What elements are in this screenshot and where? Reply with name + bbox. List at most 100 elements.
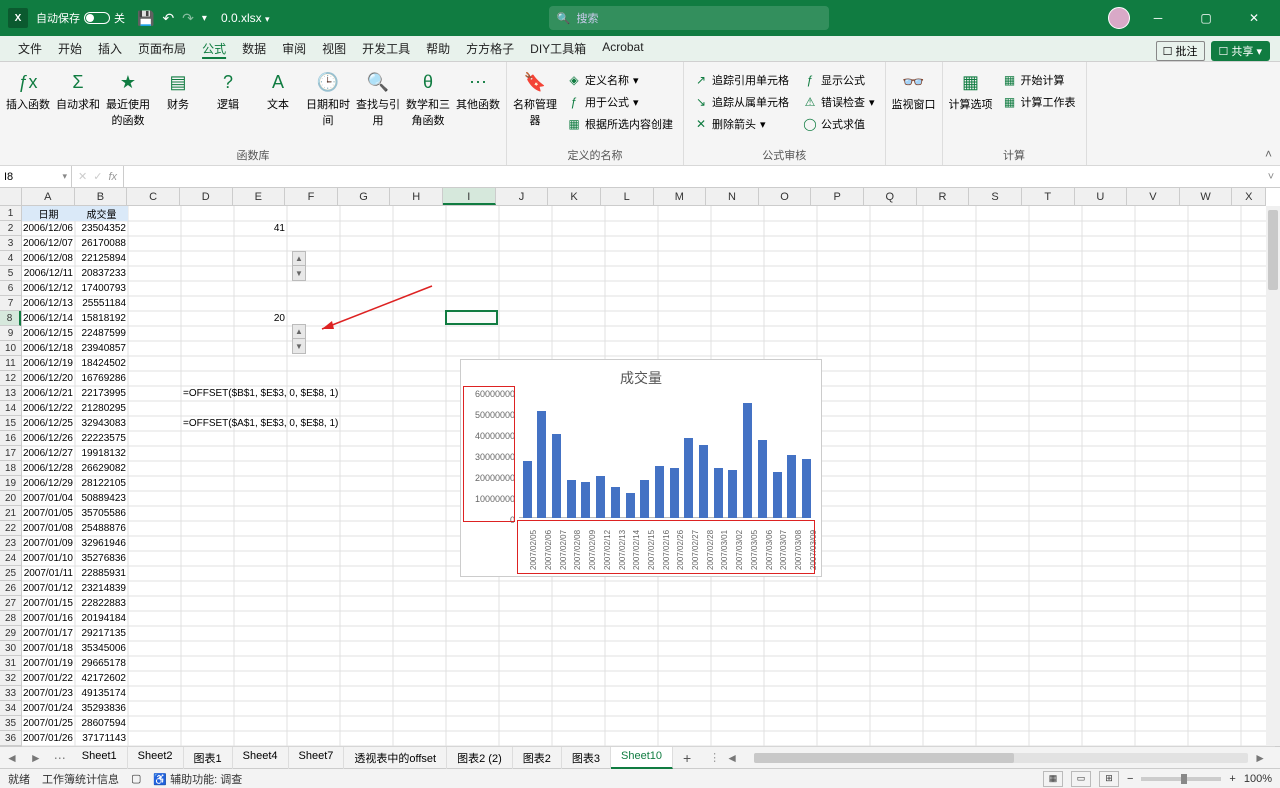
row-header[interactable]: 4	[0, 251, 21, 266]
row-header[interactable]: 12	[0, 371, 21, 386]
column-header[interactable]: L	[601, 188, 654, 205]
cell[interactable]: =OFFSET($A$1, $E$3, 0, $E$8, 1)	[181, 416, 401, 431]
trace-dependents-button[interactable]: ↘追踪从属单元格	[690, 92, 793, 112]
zoom-out-button[interactable]: −	[1127, 773, 1133, 785]
row-header[interactable]: 25	[0, 566, 21, 581]
cell[interactable]: 2006/12/13	[22, 296, 75, 311]
sheet-tab[interactable]: 图表2	[513, 747, 562, 769]
cell[interactable]: 2006/12/28	[22, 461, 75, 476]
cell[interactable]: 35293836	[75, 701, 128, 716]
cell[interactable]: 2006/12/26	[22, 431, 75, 446]
cell[interactable]: 成交量	[75, 206, 128, 221]
row-header[interactable]: 26	[0, 581, 21, 596]
cell[interactable]: 2006/12/21	[22, 386, 75, 401]
ribbon-tab[interactable]: 方方格子	[458, 36, 522, 61]
row-header[interactable]: 34	[0, 701, 21, 716]
cell[interactable]: 2007/01/25	[22, 716, 75, 731]
column-header[interactable]: P	[811, 188, 864, 205]
cell[interactable]: 2007/01/26	[22, 731, 75, 746]
close-button[interactable]: ✕	[1234, 0, 1274, 36]
column-header[interactable]: R	[917, 188, 970, 205]
cancel-icon[interactable]: ✕	[78, 170, 87, 183]
cell[interactable]: 23940857	[75, 341, 128, 356]
cell[interactable]: 20194184	[75, 611, 128, 626]
row-headers[interactable]: 1234567891011121314151617181920212223242…	[0, 206, 22, 746]
save-icon[interactable]: 💾	[137, 10, 154, 27]
redo-icon[interactable]: ↷	[182, 10, 194, 27]
sheet-tab[interactable]: Sheet4	[233, 747, 289, 769]
financial-button[interactable]: ▤财务	[156, 66, 200, 145]
autosave-toggle[interactable]: 自动保存 关	[36, 10, 125, 26]
calc-now-button[interactable]: ▦开始计算	[999, 70, 1080, 90]
zoom-in-button[interactable]: +	[1229, 773, 1235, 785]
add-sheet-button[interactable]: +	[673, 750, 701, 766]
cell[interactable]: 25488876	[75, 521, 128, 536]
cell[interactable]: 2006/12/06	[22, 221, 75, 236]
cell[interactable]: 50889423	[75, 491, 128, 506]
cell[interactable]: 2006/12/14	[22, 311, 75, 326]
cell[interactable]: 2007/01/05	[22, 506, 75, 521]
cell[interactable]: 2007/01/16	[22, 611, 75, 626]
column-header[interactable]: T	[1022, 188, 1075, 205]
row-header[interactable]: 28	[0, 611, 21, 626]
select-all-button[interactable]	[0, 188, 22, 206]
ribbon-tab[interactable]: 文件	[10, 36, 50, 61]
spinner-down-icon[interactable]: ▼	[293, 339, 305, 353]
share-button[interactable]: ☐ 共享 ▾	[1211, 41, 1271, 61]
fx-icon[interactable]: fx	[108, 171, 117, 183]
zoom-level[interactable]: 100%	[1244, 773, 1272, 785]
record-macro-icon[interactable]: ▢	[131, 772, 141, 785]
cell[interactable]: 15818192	[75, 311, 128, 326]
cell[interactable]: 35705586	[75, 506, 128, 521]
logical-button[interactable]: ?逻辑	[206, 66, 250, 145]
cell[interactable]: 37171143	[75, 731, 128, 746]
user-avatar[interactable]	[1108, 7, 1130, 29]
row-header[interactable]: 36	[0, 731, 21, 746]
accessibility-button[interactable]: ♿ 辅助功能: 调查	[153, 771, 242, 787]
sheet-tab[interactable]: Sheet2	[128, 747, 184, 769]
worksheet-grid[interactable]: ABCDEFGHIJKLMNOPQRSTUVWX 123456789101112…	[0, 188, 1280, 746]
sheet-nav-more[interactable]: ⋯	[48, 751, 72, 765]
row-header[interactable]: 1	[0, 206, 21, 221]
row-header[interactable]: 10	[0, 341, 21, 356]
cell[interactable]: 2007/01/22	[22, 671, 75, 686]
spinner-up-icon[interactable]: ▲	[293, 325, 305, 339]
cell[interactable]: 19918132	[75, 446, 128, 461]
tab-scroll-split[interactable]: ⋮	[709, 751, 720, 764]
watch-window-button[interactable]: 👓监视窗口	[892, 66, 936, 149]
column-headers[interactable]: ABCDEFGHIJKLMNOPQRSTUVWX	[22, 188, 1266, 206]
row-header[interactable]: 23	[0, 536, 21, 551]
cell[interactable]: 16769286	[75, 371, 128, 386]
row-header[interactable]: 31	[0, 656, 21, 671]
cell[interactable]: 2006/12/12	[22, 281, 75, 296]
cell[interactable]: 2007/01/08	[22, 521, 75, 536]
sheet-tab[interactable]: 图表2 (2)	[447, 747, 513, 769]
column-header[interactable]: C	[127, 188, 180, 205]
column-header[interactable]: E	[233, 188, 286, 205]
cell[interactable]: 21280295	[75, 401, 128, 416]
cell[interactable]: 2006/12/08	[22, 251, 75, 266]
row-header[interactable]: 2	[0, 221, 21, 236]
cell[interactable]: 28122105	[75, 476, 128, 491]
cell[interactable]: 20837233	[75, 266, 128, 281]
cell[interactable]: 2007/01/04	[22, 491, 75, 506]
calc-sheet-button[interactable]: ▦计算工作表	[999, 92, 1080, 112]
undo-icon[interactable]: ↶	[162, 10, 174, 27]
cell[interactable]: 2007/01/17	[22, 626, 75, 641]
cell[interactable]: 26629082	[75, 461, 128, 476]
cell[interactable]: 20	[234, 311, 287, 326]
autosum-button[interactable]: Σ自动求和	[56, 66, 100, 145]
cell[interactable]: 17400793	[75, 281, 128, 296]
cell[interactable]: 22223575	[75, 431, 128, 446]
row-header[interactable]: 3	[0, 236, 21, 251]
cell[interactable]: 2007/01/24	[22, 701, 75, 716]
spinner-down-icon[interactable]: ▼	[293, 266, 305, 280]
row-header[interactable]: 14	[0, 401, 21, 416]
workbook-stats-button[interactable]: 工作簿统计信息	[42, 771, 119, 787]
cell[interactable]: 日期	[22, 206, 75, 221]
sheet-tab[interactable]: Sheet10	[611, 747, 673, 769]
cell[interactable]: 2006/12/22	[22, 401, 75, 416]
formula-input[interactable]	[124, 166, 1262, 187]
horizontal-scrollbar[interactable]	[754, 753, 1248, 763]
datetime-button[interactable]: 🕒日期和时间	[306, 66, 350, 145]
